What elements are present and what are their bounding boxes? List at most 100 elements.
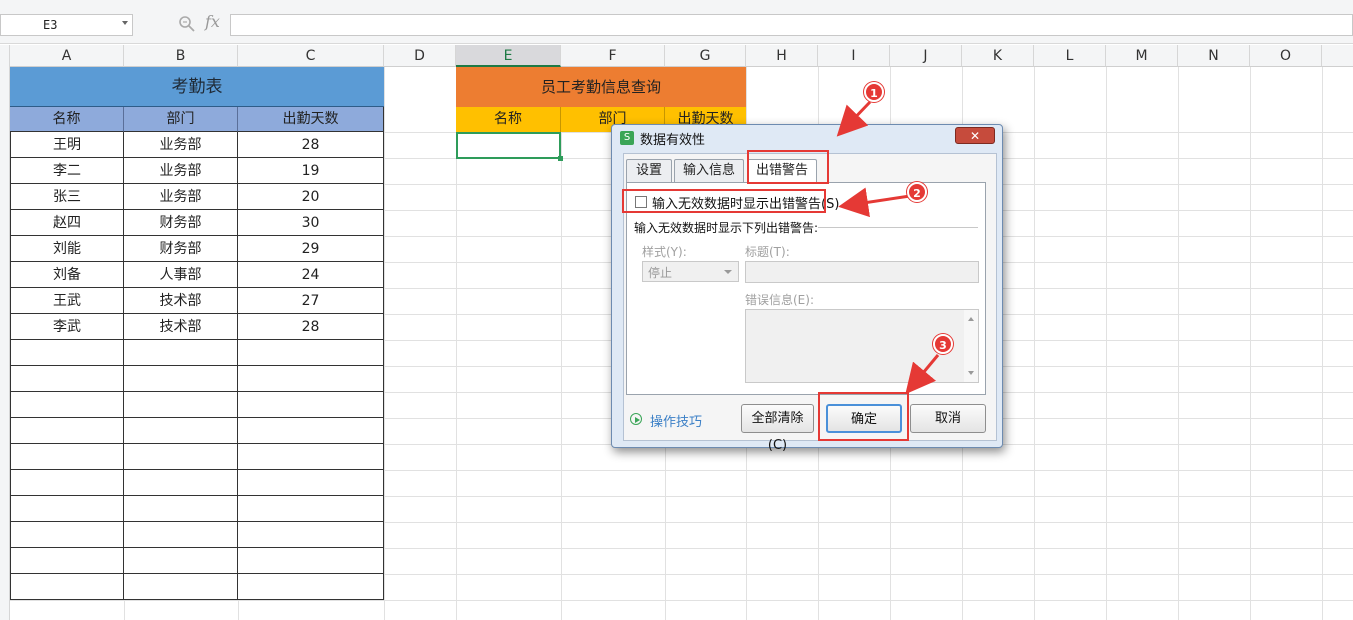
- table-cell[interactable]: [10, 444, 124, 470]
- scroll-up-icon[interactable]: [968, 317, 974, 321]
- attendance-table-title[interactable]: 考勤表: [10, 67, 384, 107]
- column-header-G[interactable]: G: [665, 45, 746, 67]
- column-header-D[interactable]: D: [384, 45, 456, 67]
- table-cell[interactable]: [238, 392, 384, 418]
- table-cell[interactable]: [238, 470, 384, 496]
- table-cell[interactable]: [124, 366, 238, 392]
- table-cell[interactable]: [10, 522, 124, 548]
- table-cell[interactable]: [124, 496, 238, 522]
- column-header-O[interactable]: O: [1250, 45, 1322, 67]
- table-cell[interactable]: 刘备: [10, 262, 124, 288]
- table-cell[interactable]: 30: [238, 210, 384, 236]
- column-header-K[interactable]: K: [962, 45, 1034, 67]
- table-cell[interactable]: 19: [238, 158, 384, 184]
- column-header-F[interactable]: F: [561, 45, 665, 67]
- alert-title-input[interactable]: [745, 261, 979, 283]
- query-header-name[interactable]: 名称: [456, 107, 561, 132]
- table-cell[interactable]: [124, 548, 238, 574]
- column-header-H[interactable]: H: [746, 45, 818, 67]
- table-cell[interactable]: 李武: [10, 314, 124, 340]
- table-cell[interactable]: [238, 418, 384, 444]
- table-cell[interactable]: 技术部: [124, 314, 238, 340]
- tips-link[interactable]: 操作技巧: [650, 411, 702, 430]
- table-cell[interactable]: [124, 444, 238, 470]
- corner-cell[interactable]: [0, 45, 10, 67]
- scroll-down-icon[interactable]: [968, 371, 974, 375]
- table-cell[interactable]: [238, 340, 384, 366]
- column-header-B[interactable]: B: [124, 45, 238, 67]
- tab-input-message[interactable]: 输入信息: [674, 159, 744, 182]
- table-cell[interactable]: [10, 548, 124, 574]
- table-cell[interactable]: 人事部: [124, 262, 238, 288]
- table-cell[interactable]: 20: [238, 184, 384, 210]
- table-cell[interactable]: [10, 392, 124, 418]
- section-heading: 输入无效数据时显示下列出错警告:: [634, 221, 819, 235]
- name-box[interactable]: E3: [0, 14, 133, 36]
- table-cell[interactable]: 27: [238, 288, 384, 314]
- table-cell[interactable]: [10, 366, 124, 392]
- selected-cell-E3[interactable]: [456, 132, 561, 159]
- attendance-header-name[interactable]: 名称: [10, 107, 124, 132]
- table-cell[interactable]: [238, 496, 384, 522]
- table-cell[interactable]: 财务部: [124, 210, 238, 236]
- table-cell[interactable]: [124, 340, 238, 366]
- table-cell[interactable]: 李二: [10, 158, 124, 184]
- table-cell[interactable]: 28: [238, 132, 384, 158]
- gridline-vertical: [561, 67, 562, 620]
- column-header-C[interactable]: C: [238, 45, 384, 67]
- column-header-N[interactable]: N: [1178, 45, 1250, 67]
- style-select[interactable]: 停止: [642, 261, 739, 282]
- table-cell[interactable]: 业务部: [124, 158, 238, 184]
- table-cell[interactable]: 刘能: [10, 236, 124, 262]
- table-cell[interactable]: 张三: [10, 184, 124, 210]
- table-cell[interactable]: [10, 496, 124, 522]
- table-cell[interactable]: 财务部: [124, 236, 238, 262]
- play-circle-icon[interactable]: [630, 413, 642, 425]
- table-cell[interactable]: [124, 522, 238, 548]
- table-cell[interactable]: 业务部: [124, 184, 238, 210]
- column-header-I[interactable]: I: [818, 45, 890, 67]
- table-cell[interactable]: [124, 574, 238, 600]
- column-header-J[interactable]: J: [890, 45, 962, 67]
- clear-all-button[interactable]: 全部清除(C): [741, 404, 814, 453]
- table-cell[interactable]: [238, 444, 384, 470]
- table-cell[interactable]: [10, 340, 124, 366]
- table-cell[interactable]: 王武: [10, 288, 124, 314]
- table-cell[interactable]: [10, 574, 124, 600]
- column-header-A[interactable]: A: [10, 45, 124, 67]
- column-header-overflow[interactable]: [1322, 45, 1353, 67]
- table-cell[interactable]: 29: [238, 236, 384, 262]
- query-table-title[interactable]: 员工考勤信息查询: [456, 67, 746, 107]
- column-header-L[interactable]: L: [1034, 45, 1106, 67]
- formula-input[interactable]: [230, 14, 1353, 36]
- row-header-strip[interactable]: [0, 67, 10, 620]
- table-cell[interactable]: 赵四: [10, 210, 124, 236]
- table-cell[interactable]: [124, 470, 238, 496]
- table-cell[interactable]: [238, 522, 384, 548]
- textarea-scrollbar[interactable]: [964, 310, 978, 382]
- table-cell[interactable]: [124, 392, 238, 418]
- table-cell[interactable]: [238, 548, 384, 574]
- table-cell[interactable]: [10, 418, 124, 444]
- table-cell[interactable]: 王明: [10, 132, 124, 158]
- table-cell[interactable]: [10, 470, 124, 496]
- column-header-E[interactable]: E: [456, 45, 561, 67]
- annotation-badge-2: 2: [907, 182, 927, 202]
- table-cell[interactable]: [238, 574, 384, 600]
- fill-handle[interactable]: [558, 156, 563, 161]
- table-cell[interactable]: 技术部: [124, 288, 238, 314]
- tab-settings[interactable]: 设置: [626, 159, 672, 182]
- chevron-down-icon[interactable]: [122, 21, 128, 25]
- table-cell[interactable]: [124, 418, 238, 444]
- column-header-M[interactable]: M: [1106, 45, 1178, 67]
- cancel-button[interactable]: 取消: [910, 404, 986, 433]
- table-cell[interactable]: 28: [238, 314, 384, 340]
- close-button[interactable]: ✕: [955, 127, 995, 144]
- table-cell[interactable]: 业务部: [124, 132, 238, 158]
- table-cell[interactable]: 24: [238, 262, 384, 288]
- zoom-icon[interactable]: [178, 15, 196, 33]
- fx-icon[interactable]: fx: [205, 12, 220, 31]
- table-cell[interactable]: [238, 366, 384, 392]
- attendance-header-days[interactable]: 出勤天数: [238, 107, 384, 132]
- attendance-header-dept[interactable]: 部门: [124, 107, 238, 132]
